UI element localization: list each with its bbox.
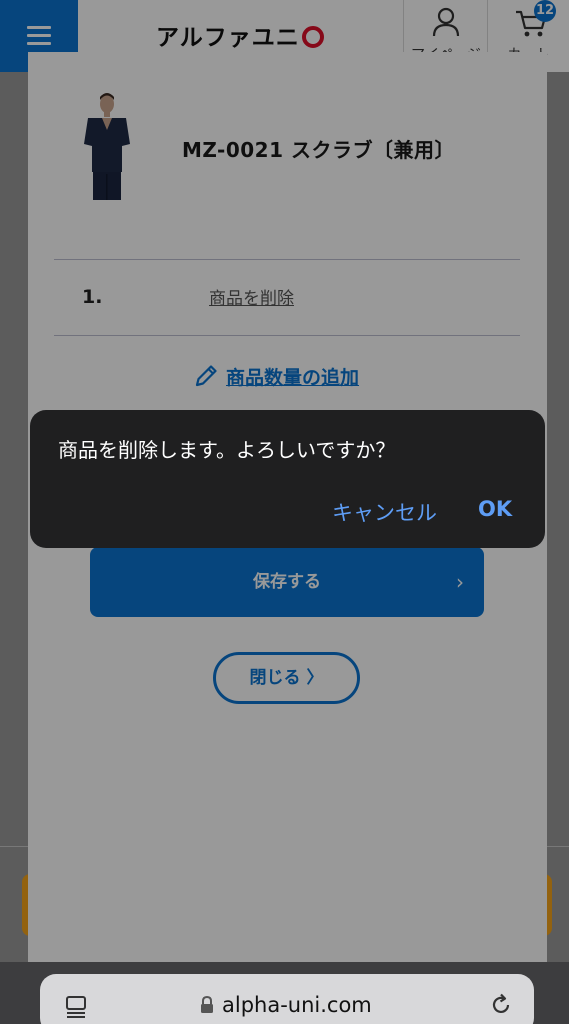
ok-button[interactable]: OK [478,497,512,521]
address-bar[interactable]: alpha-uni.com [40,974,534,1024]
cancel-button[interactable]: キャンセル [332,497,437,527]
lock-icon [201,996,213,1013]
browser-toolbar: alpha-uni.com [0,962,569,1024]
page-menu-icon [66,996,86,1018]
url-text: alpha-uni.com [222,993,372,1017]
reload-icon[interactable] [488,992,514,1018]
dialog-message: 商品を削除します。よろしいですか？ [58,438,396,462]
confirm-dialog: 商品を削除します。よろしいですか？ キャンセル OK [30,410,545,548]
